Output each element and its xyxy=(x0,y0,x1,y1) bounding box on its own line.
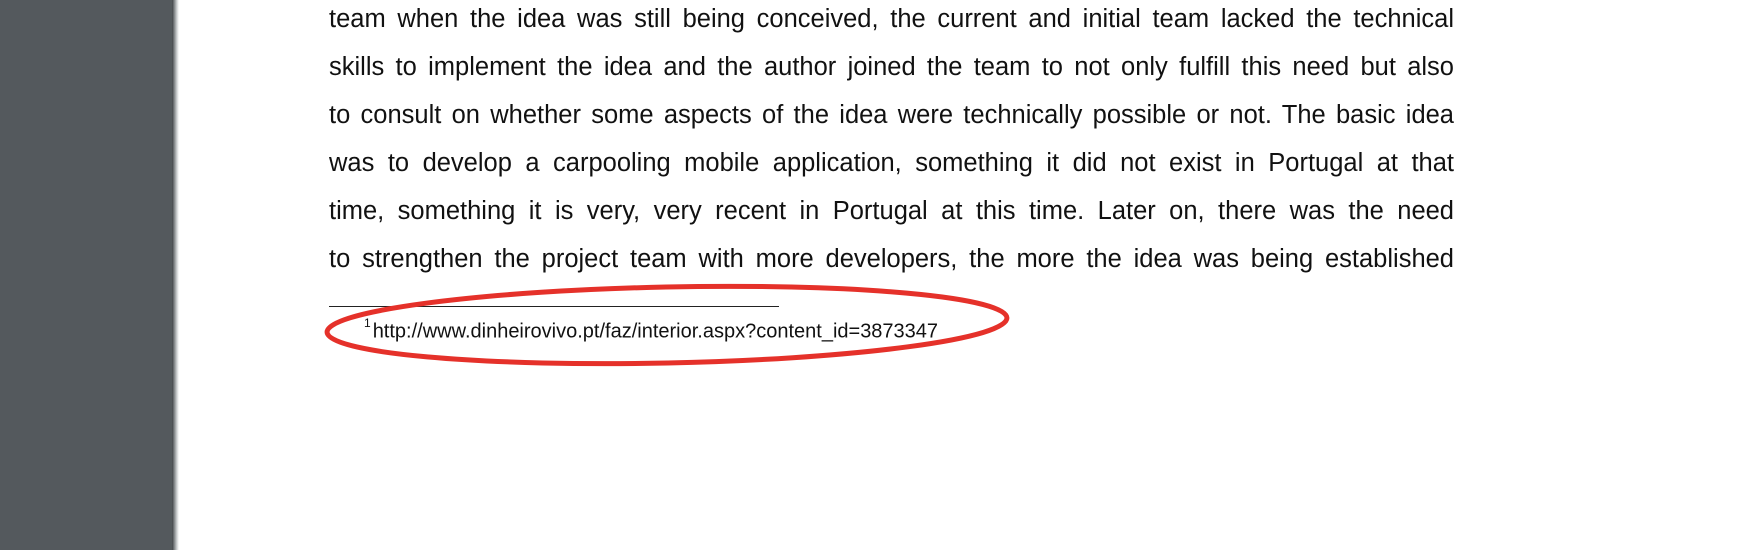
footnote-marker: 1 xyxy=(364,316,371,330)
body-paragraph: team when the idea was still being conce… xyxy=(329,0,1454,288)
body-line: skills to implement the idea and the aut… xyxy=(329,53,1454,81)
page-edge-shadow xyxy=(172,0,179,550)
footnote: 1 http://www.dinheirovivo.pt/faz/interior… xyxy=(364,313,938,345)
footnote-separator xyxy=(329,306,779,307)
body-line: was to develop a carpooling mobile appli… xyxy=(329,149,1454,177)
footnote-url[interactable]: http://www.dinheirovivo.pt/faz/interior.… xyxy=(373,321,938,343)
body-line: to strengthen the project team with more… xyxy=(329,245,1454,273)
viewer-sidebar xyxy=(0,0,172,550)
body-line: team when the idea was still being conce… xyxy=(329,5,1454,33)
body-line: time, something it is very, very recent … xyxy=(329,197,1454,225)
body-line: to consult on whether some aspects of th… xyxy=(329,101,1454,129)
